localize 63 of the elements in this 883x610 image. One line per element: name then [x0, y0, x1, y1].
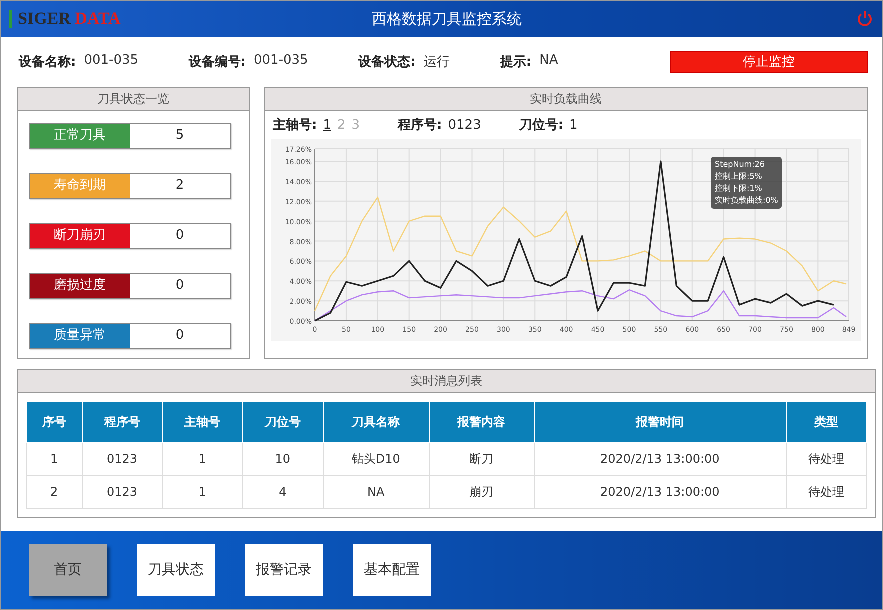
- power-icon[interactable]: [856, 10, 874, 28]
- table-cell: 2020/2/13 13:00:00: [534, 476, 786, 508]
- table-cell: NA: [323, 476, 430, 508]
- nav-button[interactable]: 首页: [29, 544, 107, 596]
- nav-button[interactable]: 报警记录: [245, 544, 323, 596]
- column-header: 类型: [786, 402, 866, 442]
- window-title: 西格数据刀具监控系统: [371, 10, 523, 28]
- panel-title: 实时消息列表: [18, 370, 875, 393]
- field-label: 提示:: [500, 54, 532, 71]
- column-header: 程序号: [82, 402, 162, 442]
- tooltip-text: 控制下限:1%: [715, 183, 764, 195]
- table-cell: 1: [162, 476, 243, 508]
- column-header: 报警时间: [534, 402, 786, 442]
- table-cell: 2: [26, 476, 82, 508]
- status-count: 2: [174, 177, 186, 195]
- table-cell: 钻头D10: [323, 442, 430, 476]
- field-label: 设备编号:: [188, 54, 246, 71]
- spindle-tab[interactable]: 1: [323, 118, 332, 132]
- program-label: 程序号:: [398, 116, 442, 134]
- stop-button[interactable]: 停止监控: [670, 51, 868, 73]
- table-cell: 0123: [82, 476, 162, 508]
- logo: SIGER DATA: [9, 10, 318, 28]
- column-header: 报警内容: [429, 402, 534, 442]
- field-label: 设备状态:: [358, 54, 416, 71]
- status-label: 质量异常: [30, 324, 130, 348]
- tooltip-text: 控制上限:5%: [715, 171, 764, 183]
- tool-label: 刀位号:: [519, 117, 564, 134]
- table-cell: 0123: [82, 442, 162, 476]
- table-cell: 待处理: [786, 442, 866, 476]
- panel-title: 实时负载曲线: [265, 88, 867, 111]
- spindle-label: 主轴号:: [273, 116, 318, 134]
- field-value: 运行: [424, 54, 450, 71]
- panel-title: 刀具状态一览: [18, 88, 249, 111]
- table-cell: 1: [162, 442, 243, 476]
- table-cell: 2020/2/13 13:00:00: [534, 442, 786, 476]
- table-cell: 崩刃: [429, 476, 534, 508]
- status-count: 0: [174, 277, 186, 295]
- status-label: 磨损过度: [30, 274, 130, 298]
- tooltip-text: StepNum:26: [715, 159, 766, 171]
- field-value: NA: [540, 53, 558, 70]
- column-header: 刀位号: [242, 402, 324, 442]
- table-cell: 4: [242, 476, 324, 508]
- field-value: 001-035: [254, 53, 308, 70]
- nav-button[interactable]: 基本配置: [353, 544, 431, 596]
- field-label: 设备名称:: [19, 54, 76, 71]
- field-value: 001-035: [84, 53, 139, 70]
- tooltip-text: 实时负载曲线:0%: [715, 195, 778, 207]
- status-label: 正常刀具: [30, 124, 130, 148]
- nav-button[interactable]: 刀具状态: [137, 544, 215, 596]
- table-cell: 1: [26, 442, 82, 476]
- table-cell: 10: [242, 442, 324, 476]
- status-count: 0: [174, 327, 186, 345]
- status-count: 0: [174, 227, 186, 245]
- program-value: 0123: [448, 118, 482, 132]
- tool-value: 1: [570, 118, 578, 132]
- table-cell: 待处理: [786, 476, 866, 508]
- status-label: 断刀崩刃: [30, 224, 130, 248]
- column-header: 主轴号: [162, 402, 243, 442]
- column-header: 序号: [26, 402, 82, 442]
- status-count: 5: [174, 127, 186, 145]
- column-header: 刀具名称: [323, 402, 430, 442]
- table-cell: 断刀: [429, 442, 534, 476]
- status-label: 寿命到期: [30, 174, 130, 198]
